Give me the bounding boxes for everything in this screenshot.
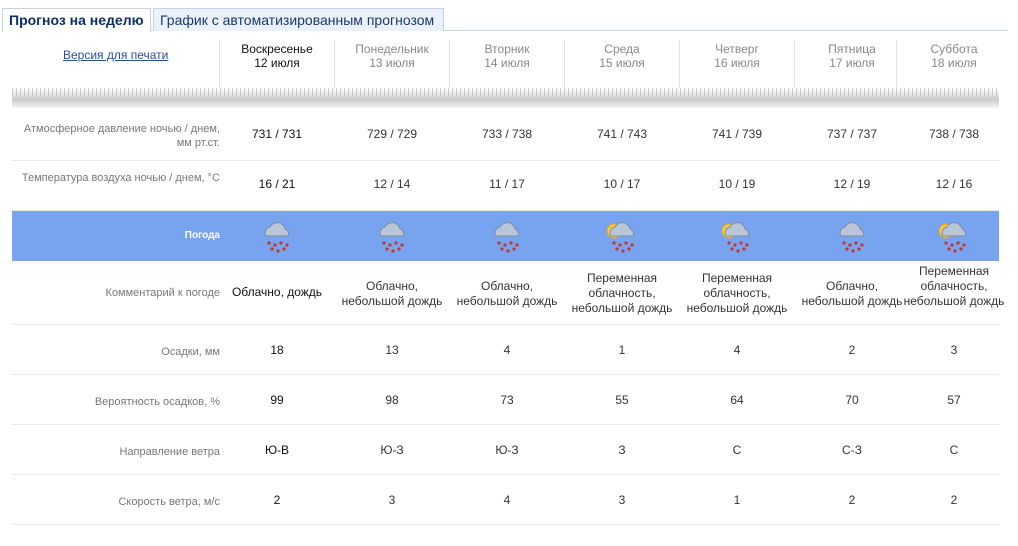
wind-dir-value: С-З <box>842 443 862 457</box>
wind-dir-value: С <box>732 443 742 457</box>
pressure-value: 733 / 738 <box>481 127 533 141</box>
wind-speed-value: 3 <box>618 493 626 507</box>
wind-dir-value: З <box>618 443 626 457</box>
column-divider <box>449 40 450 90</box>
row-label-pressure: Атмосферное давление ночью / днем, мм рт… <box>23 123 220 149</box>
comment-value: Переменная облачность, небольшой дождь <box>903 264 1005 308</box>
day-name: Вторник <box>484 42 530 56</box>
wind-speed-value: 2 <box>273 493 281 507</box>
precip-value: 3 <box>950 343 958 357</box>
day-date: 14 июля <box>484 56 530 70</box>
day-date: 17 июля <box>829 56 875 70</box>
row-label-precip-prob: Вероятность осадков, % <box>94 396 220 408</box>
wind-dir-value: С <box>949 443 959 457</box>
precip-prob-value: 64 <box>730 393 744 407</box>
day-header: Четверг 16 июля <box>680 42 794 70</box>
temperature-value: 16 / 21 <box>258 177 296 191</box>
column-divider <box>896 40 897 90</box>
pressure-value: 737 / 737 <box>826 127 878 141</box>
day-header: Воскресенье 12 июля <box>220 42 334 70</box>
print-version-link[interactable]: Версия для печати <box>63 48 168 62</box>
precip-prob-value: 70 <box>845 393 859 407</box>
wind-dir-value: Ю-В <box>264 443 290 457</box>
precip-value: 13 <box>385 343 399 357</box>
partly-cloudy-rain-icon <box>602 216 642 256</box>
wind-speed-value: 2 <box>950 493 958 507</box>
day-name: Четверг <box>715 42 759 56</box>
day-header: Пятница 17 июля <box>795 42 909 70</box>
day-date: 13 июля <box>369 56 415 70</box>
row-label-comment: Комментарий к погоде <box>105 287 220 299</box>
precip-prob-value: 99 <box>270 393 284 407</box>
rain-cloud-icon <box>372 216 412 256</box>
pressure-value: 741 / 743 <box>596 127 648 141</box>
rain-cloud-icon <box>487 216 527 256</box>
temperature-value: 12 / 19 <box>833 177 871 191</box>
comment-value: Переменная облачность, небольшой дождь <box>571 271 673 315</box>
precip-prob-value: 73 <box>500 393 514 407</box>
day-header: Среда 15 июля <box>565 42 679 70</box>
day-name: Среда <box>604 42 640 56</box>
day-name: Воскресенье <box>241 42 313 56</box>
day-date: 18 июля <box>931 56 977 70</box>
day-date: 16 июля <box>714 56 760 70</box>
day-date: 15 июля <box>599 56 645 70</box>
day-name: Суббота <box>930 42 978 56</box>
precip-value: 2 <box>848 343 856 357</box>
day-date: 12 июля <box>254 56 300 70</box>
column-divider <box>334 40 335 90</box>
day-name: Понедельник <box>355 42 429 56</box>
pressure-value: 738 / 738 <box>928 127 980 141</box>
precip-prob-value: 98 <box>385 393 399 407</box>
row-label-weather: Погода <box>184 230 220 241</box>
wind-speed-value: 4 <box>503 493 511 507</box>
day-header: Понедельник 13 июля <box>335 42 449 70</box>
precip-value: 4 <box>503 343 511 357</box>
wind-dir-value: Ю-З <box>380 443 404 457</box>
tab-weekly-forecast[interactable]: Прогноз на неделю <box>2 8 151 32</box>
comment-value: Переменная облачность, небольшой дождь <box>686 271 788 315</box>
row-label-temperature: Температура воздуха ночью / днем, °С <box>21 172 220 184</box>
temperature-value: 11 / 17 <box>489 177 525 191</box>
day-header: Суббота 18 июля <box>897 42 1011 70</box>
pressure-value: 729 / 729 <box>366 127 418 141</box>
temperature-value: 12 / 16 <box>935 177 973 191</box>
wind-speed-value: 3 <box>388 493 396 507</box>
column-divider <box>219 40 220 90</box>
temperature-value: 10 / 19 <box>718 177 756 191</box>
wind-speed-value: 1 <box>733 493 741 507</box>
column-divider <box>679 40 680 90</box>
temperature-value: 12 / 14 <box>373 177 411 191</box>
pressure-value: 741 / 739 <box>711 127 763 141</box>
tab-automated-chart[interactable]: График с автоматизированным прогнозом <box>153 8 444 31</box>
partly-cloudy-rain-icon <box>934 216 974 256</box>
day-header: Вторник 14 июля <box>450 42 564 70</box>
precip-prob-value: 57 <box>947 393 961 407</box>
precip-prob-value: 55 <box>615 393 629 407</box>
ruler-divider <box>12 88 999 108</box>
rain-cloud-icon <box>832 216 872 256</box>
comment-value: Облачно, небольшой дождь <box>801 279 903 308</box>
column-divider <box>794 40 795 90</box>
row-label-wind-dir: Направление ветра <box>119 446 220 458</box>
precip-value: 1 <box>618 343 626 357</box>
pressure-value: 731 / 731 <box>251 127 303 141</box>
tab-bar: Прогноз на неделю График с автоматизиров… <box>2 8 1008 32</box>
day-name: Пятница <box>828 42 876 56</box>
partly-cloudy-rain-icon <box>717 216 757 256</box>
column-divider <box>564 40 565 90</box>
comment-value: Облачно, небольшой дождь <box>456 279 558 308</box>
wind-speed-value: 2 <box>848 493 856 507</box>
rain-cloud-icon <box>257 216 297 256</box>
row-label-wind-speed: Скорость ветра, м/с <box>118 496 220 508</box>
precip-value: 18 <box>270 343 284 357</box>
temperature-value: 10 / 17 <box>603 177 641 191</box>
comment-value: Облачно, небольшой дождь <box>341 279 443 308</box>
row-label-precip: Осадки, мм <box>161 346 220 358</box>
wind-dir-value: Ю-З <box>495 443 519 457</box>
comment-value: Облачно, дождь <box>231 285 323 299</box>
precip-value: 4 <box>733 343 741 357</box>
